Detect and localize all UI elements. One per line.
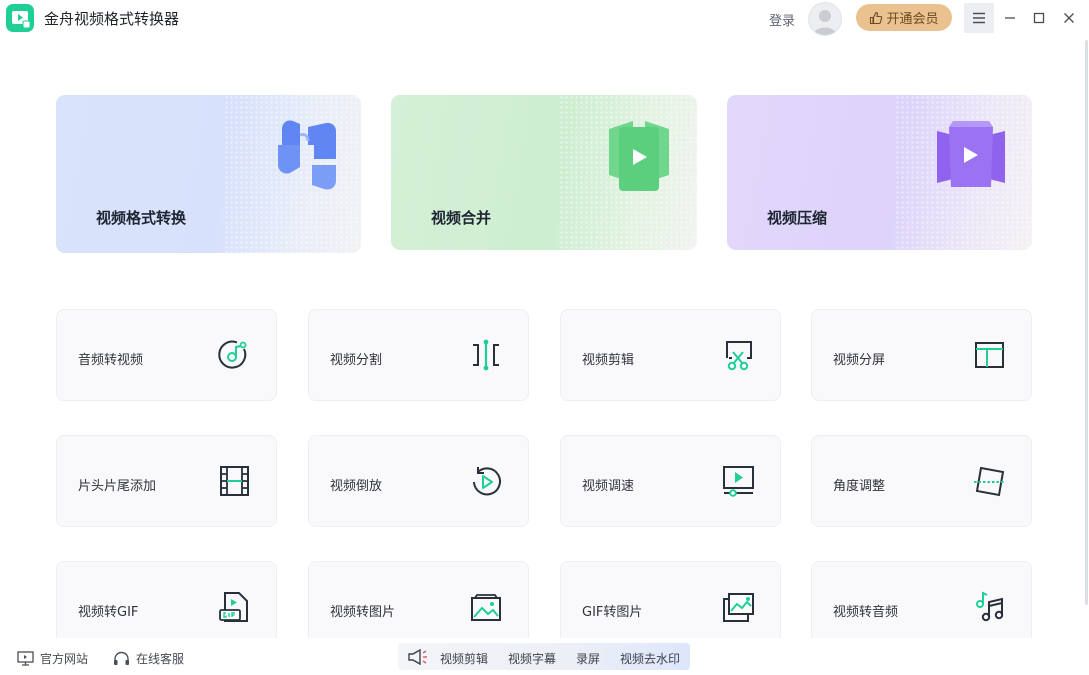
- tool-label: 视频转图片: [330, 605, 396, 620]
- tool-split-screen[interactable]: 视频分屏: [811, 309, 1032, 401]
- tool-audio-to-video[interactable]: 音频转视频: [56, 309, 277, 401]
- avatar[interactable]: [808, 2, 842, 36]
- maximize-icon: [1033, 12, 1045, 24]
- login-link[interactable]: 登录: [769, 10, 795, 29]
- megaphone-icon: [408, 648, 427, 666]
- scissors-icon: [726, 341, 752, 371]
- monitor-icon: [17, 651, 34, 666]
- app-logo-icon: [6, 4, 34, 32]
- tool-label: 视频调速: [582, 479, 635, 494]
- tool-video-split[interactable]: 视频分割: [308, 309, 529, 401]
- minimize-button[interactable]: [1000, 8, 1020, 28]
- tool-label: 视频剪辑: [582, 353, 635, 368]
- image-icon: [471, 594, 501, 621]
- tool-intro-outro[interactable]: 片头片尾添加: [56, 435, 277, 527]
- format-convert-icon: [278, 120, 336, 190]
- menu-icon: [973, 12, 985, 24]
- split-screen-icon: [975, 342, 1004, 368]
- tool-label: 视频转音频: [833, 605, 899, 620]
- hero-label: 视频格式转换: [96, 209, 187, 227]
- tool-video-reverse[interactable]: 视频倒放: [308, 435, 529, 527]
- tool-label: 片头片尾添加: [78, 479, 157, 494]
- close-button[interactable]: [1059, 8, 1079, 28]
- promo-video-subtitle[interactable]: 视频字幕: [508, 650, 556, 667]
- user-avatar-icon: [813, 10, 837, 35]
- tool-label: 角度调整: [833, 479, 886, 494]
- app-title: 金舟视频格式转换器: [44, 10, 180, 28]
- headset-icon: [114, 651, 129, 665]
- film-strip-icon: [220, 466, 249, 496]
- audio-to-video-icon: [218, 340, 247, 369]
- gif-to-image-icon: [723, 593, 754, 622]
- close-icon: [1064, 13, 1074, 23]
- video-compress-icon: [937, 121, 1005, 187]
- tool-label: 视频分屏: [833, 353, 886, 368]
- music-note-icon: [976, 591, 1004, 622]
- tool-label: 视频倒放: [330, 479, 383, 494]
- hero-label: 视频压缩: [767, 209, 828, 227]
- gif-file-icon: [219, 592, 248, 622]
- tool-label: GIF转图片: [582, 605, 643, 620]
- tool-video-edit[interactable]: 视频剪辑: [560, 309, 781, 401]
- split-icon: [473, 339, 499, 371]
- rotate-icon: [974, 466, 1005, 497]
- tool-angle-adjust[interactable]: 角度调整: [811, 435, 1032, 527]
- official-website-link[interactable]: 官方网站: [17, 650, 88, 667]
- reverse-play-icon: [473, 467, 501, 496]
- official-website-label: 官方网站: [40, 652, 89, 666]
- menu-button[interactable]: [964, 3, 994, 33]
- thumbs-up-icon: [870, 11, 883, 24]
- tool-label: 视频转GIF: [78, 605, 139, 620]
- scrollbar[interactable]: [1085, 40, 1088, 605]
- vip-button[interactable]: 开通会员: [856, 4, 952, 31]
- hero-label: 视频合并: [431, 209, 492, 227]
- vip-button-label: 开通会员: [886, 12, 939, 27]
- hero-card-format-convert[interactable]: 视频格式转换: [56, 95, 361, 253]
- title-bar: 金舟视频格式转换器 登录 开通会员: [0, 0, 1089, 36]
- promo-video-edit[interactable]: 视频剪辑: [440, 650, 488, 667]
- hero-card-video-compress[interactable]: 视频压缩: [727, 95, 1032, 250]
- video-merge-icon: [609, 121, 669, 191]
- promo-screen-record[interactable]: 录屏: [576, 650, 600, 667]
- tool-label: 视频分割: [330, 353, 383, 368]
- tool-video-speed[interactable]: 视频调速: [560, 435, 781, 527]
- online-support-link[interactable]: 在线客服: [113, 650, 184, 667]
- minimize-icon: [1005, 17, 1015, 19]
- maximize-button[interactable]: [1029, 8, 1049, 28]
- speed-icon: [723, 466, 754, 497]
- online-support-label: 在线客服: [136, 652, 185, 666]
- hero-card-video-merge[interactable]: 视频合并: [391, 95, 697, 250]
- tool-label: 音频转视频: [78, 353, 144, 368]
- promo-watermark-remove[interactable]: 视频去水印: [620, 650, 680, 667]
